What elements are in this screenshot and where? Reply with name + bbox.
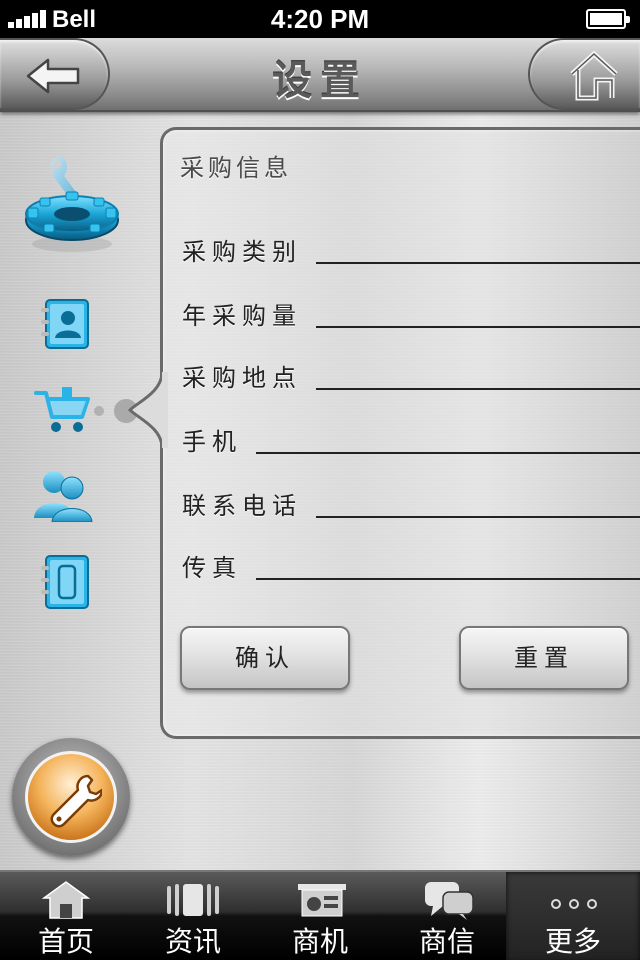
home-icon [570,50,618,101]
sidebar-item-purchase[interactable] [34,385,92,435]
confirm-button[interactable]: 确认 [180,626,350,690]
tab-label: 商机 [291,925,348,958]
purchase-location-input[interactable] [316,354,640,390]
wrench-icon [50,774,102,828]
home-button[interactable] [528,38,640,110]
tab-business[interactable]: 商机 [256,872,384,960]
gear-wrench-icon [25,156,119,252]
tab-label: 更多 [544,925,601,958]
tab-news[interactable]: 资讯 [129,872,257,960]
field-label: 传真 [182,554,242,582]
tab-label: 首页 [37,925,94,958]
tab-bar: 首页 资讯 商机 商信 更多 [0,870,640,960]
mobile-phone-icon [41,555,89,609]
sidebar-item-users[interactable] [32,466,94,523]
news-icon [167,884,219,916]
tools-button[interactable] [12,738,130,856]
tab-label: 商信 [418,925,475,958]
contact-card-icon [41,299,89,349]
field-label: 年采购量 [182,302,302,330]
panel-pointer [128,372,168,448]
status-bar: Bell 4:20 PM [0,0,640,38]
users-icon [34,471,93,523]
status-time: 4:20 PM [270,4,370,34]
field-label: 采购地点 [182,364,302,392]
field-label: 采购类别 [182,238,302,266]
phone-input[interactable] [316,482,640,518]
tab-label: 资讯 [164,925,221,958]
tab-more[interactable]: 更多 [506,872,640,960]
mobile-input[interactable] [256,418,640,454]
tab-messages[interactable]: 商信 [383,872,511,960]
annual-volume-input[interactable] [316,292,640,328]
reset-button[interactable]: 重置 [459,626,629,690]
more-dots-icon [551,899,597,909]
presentation-icon [298,884,346,917]
sidebar-item-contacts[interactable] [38,298,90,350]
fax-input[interactable] [256,544,640,580]
purchase-category-input[interactable] [316,228,640,264]
section-title: 采购信息 [180,154,292,182]
field-label: 联系电话 [182,492,302,520]
chat-icon [425,882,474,920]
tab-home[interactable]: 首页 [2,872,130,960]
shopping-cart-icon [34,387,90,432]
header-bar: 设置 [0,38,640,112]
sidebar-item-mobile[interactable] [38,554,90,610]
sidebar-item-settings[interactable] [22,150,122,260]
field-label: 手机 [182,428,242,456]
battery-icon [586,9,630,29]
house-icon [42,881,90,919]
